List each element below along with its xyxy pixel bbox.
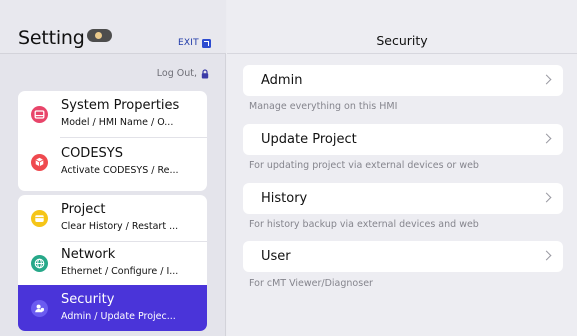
toggle-knob — [95, 32, 102, 39]
sidebar-header: Setting EXIT — [0, 0, 226, 54]
codesys-cube-icon — [31, 154, 48, 171]
main-panel: Security Admin Manage everything on this… — [227, 0, 577, 336]
sidebar-group-system: System Properties Model / HMI Name / O..… — [18, 91, 207, 191]
project-icon — [31, 210, 48, 227]
sidebar-item-codesys[interactable]: CODESYS Activate CODESYS / Re... — [18, 139, 207, 186]
user-row[interactable]: User — [243, 241, 563, 272]
sidebar-item-network[interactable]: Network Ethernet / Configure / I... — [18, 240, 207, 287]
setting-toggle[interactable] — [87, 29, 112, 42]
row-description: For cMT Viewer/Diagnoser — [249, 278, 373, 289]
main-header: Security — [227, 0, 577, 54]
sidebar-title: Setting — [18, 27, 85, 49]
exit-icon — [201, 38, 211, 48]
update-project-row[interactable]: Update Project — [243, 124, 563, 155]
chevron-right-icon — [541, 192, 552, 203]
row-label: User — [261, 249, 291, 264]
sidebar-item-system-properties[interactable]: System Properties Model / HMI Name / O..… — [18, 91, 207, 138]
user-shield-icon — [31, 300, 48, 317]
sidebar-item-project[interactable]: Project Clear History / Restart ... — [18, 195, 207, 242]
sidebar-item-title: CODESYS — [61, 146, 123, 161]
sidebar-item-subtitle: Admin / Update Projec... — [61, 311, 176, 322]
chevron-right-icon — [541, 250, 552, 261]
chevron-right-icon — [541, 74, 552, 85]
sidebar-item-title: Project — [61, 202, 106, 217]
row-label: History — [261, 191, 308, 206]
globe-icon — [31, 255, 48, 272]
sidebar-item-subtitle: Clear History / Restart ... — [61, 221, 179, 232]
row-description: For updating project via external device… — [249, 160, 479, 171]
sidebar-item-security[interactable]: Security Admin / Update Projec... — [18, 285, 207, 331]
exit-button[interactable]: EXIT — [178, 37, 211, 49]
page-title: Security — [376, 33, 428, 48]
row-description: For history backup via external devices … — [249, 219, 479, 230]
history-row[interactable]: History — [243, 183, 563, 214]
lock-icon — [201, 68, 209, 78]
row-label: Update Project — [261, 132, 357, 147]
sidebar-item-title: Network — [61, 247, 116, 262]
sidebar: Setting EXIT Log Out, System Properties … — [0, 0, 226, 336]
chevron-right-icon — [541, 133, 552, 144]
sidebar-item-subtitle: Activate CODESYS / Re... — [61, 165, 179, 176]
logout-label: Log Out, — [156, 68, 197, 79]
system-properties-icon — [31, 106, 48, 123]
admin-row[interactable]: Admin — [243, 65, 563, 96]
sidebar-item-title: Security — [61, 292, 115, 307]
row-label: Admin — [261, 73, 303, 88]
divider — [60, 137, 207, 138]
sidebar-item-subtitle: Ethernet / Configure / I... — [61, 266, 179, 277]
sidebar-item-title: System Properties — [61, 98, 180, 113]
logout-button[interactable]: Log Out, — [120, 68, 209, 79]
sidebar-group-project: Project Clear History / Restart ... Netw… — [18, 195, 207, 331]
sidebar-item-subtitle: Model / HMI Name / O... — [61, 117, 174, 128]
row-description: Manage everything on this HMI — [249, 101, 398, 112]
exit-label: EXIT — [178, 38, 199, 48]
